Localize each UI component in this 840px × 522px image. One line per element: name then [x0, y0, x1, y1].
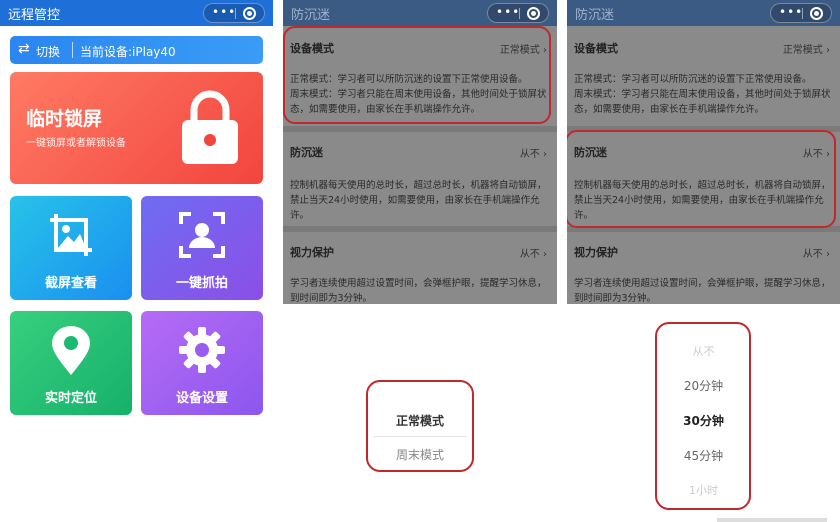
page-title: 防沉迷 [291, 8, 331, 23]
face-capture-icon [179, 212, 225, 258]
home-indicator [717, 518, 827, 522]
setting-title: 防沉迷 [290, 146, 323, 159]
location-tile[interactable]: 实时定位 [10, 311, 132, 415]
tile-label: 一键抓拍 [175, 276, 228, 291]
temp-lock-card[interactable]: 临时锁屏 一键锁屏或者解锁设备 [10, 72, 263, 184]
more-icon[interactable]: ••• [779, 5, 803, 19]
setting-description: 正常模式：学习者可以所防沉迷的设置下正常使用设备。 周末模式：学习者只能在周末使用… [574, 74, 831, 115]
capsule-divider [519, 8, 520, 19]
highlight-box [366, 380, 474, 472]
device-settings-tile[interactable]: 设备设置 [141, 311, 263, 415]
close-icon[interactable] [810, 7, 823, 20]
screenshot-view-tile[interactable]: 截屏查看 [10, 196, 132, 300]
highlight-box [567, 130, 836, 228]
snapshot-tile[interactable]: 一键抓拍 [141, 196, 263, 300]
more-icon[interactable]: ••• [496, 5, 520, 19]
screenshot-icon [50, 214, 92, 256]
lock-title: 临时锁屏 [26, 108, 103, 130]
capsule-divider [802, 8, 803, 19]
close-icon[interactable] [243, 7, 256, 20]
setting-description: 学习者连续使用超过设置时间，会弹框护眼，提醒学习休息， 到时间即为3分钟。 [290, 278, 547, 304]
setting-title: 视力保护 [290, 246, 334, 259]
anti-addiction-mode-screen: 防沉迷 ••• 设备模式 正常模式 › 正常模式：学习者可以所防沉迷的设置下正常… [283, 0, 557, 522]
close-icon[interactable] [527, 7, 540, 20]
anti-addiction-row[interactable]: 防沉迷 从不 › 控制机器每天使用的总时长，超过总时长，机器将自动锁屏， 禁止当天… [283, 132, 557, 230]
device-switch-bar[interactable]: ⇄ 切换 当前设备:iPlay40 [10, 36, 263, 64]
lock-subtitle: 一键锁屏或者解锁设备 [26, 138, 126, 149]
switch-button[interactable]: 切换 [36, 43, 60, 60]
switch-icon[interactable]: ⇄ [18, 41, 30, 57]
setting-value: 从不 › [519, 249, 547, 260]
location-pin-icon [52, 326, 90, 375]
setting-value: 正常模式 › [782, 45, 830, 56]
highlight-box [283, 26, 551, 124]
setting-description: 控制机器每天使用的总时长，超过总时长，机器将自动锁屏， 禁止当天24小时使用，如需… [290, 180, 547, 221]
title-bar: 防沉迷 ••• [283, 0, 557, 26]
eye-protection-row[interactable]: 视力保护 从不 › 学习者连续使用超过设置时间，会弹框护眼，提醒学习休息， 到时间… [567, 232, 840, 304]
eye-protection-row[interactable]: 视力保护 从不 › 学习者连续使用超过设置时间，会弹框护眼，提醒学习休息， 到时间… [283, 232, 557, 304]
lock-icon [182, 90, 238, 164]
highlight-box [655, 322, 751, 510]
more-icon[interactable]: ••• [212, 5, 236, 19]
tile-label: 截屏查看 [44, 276, 97, 291]
capsule-divider [235, 8, 236, 19]
tile-label: 实时定位 [44, 391, 97, 406]
setting-value: 从不 › [519, 149, 547, 160]
divider [72, 42, 73, 58]
setting-value: 从不 › [802, 249, 830, 260]
setting-title: 设备模式 [574, 42, 618, 55]
page-title: 远程管控 [8, 8, 61, 23]
anti-addiction-duration-screen: 防沉迷 ••• 设备模式 正常模式 › 正常模式：学习者可以所防沉迷的设置下正常… [567, 0, 840, 522]
miniapp-capsule[interactable]: ••• [203, 3, 265, 23]
page-title: 防沉迷 [575, 8, 615, 23]
miniapp-capsule[interactable]: ••• [487, 3, 549, 23]
tile-label: 设备设置 [175, 391, 228, 406]
miniapp-capsule[interactable]: ••• [770, 3, 832, 23]
remote-control-screen: 远程管控 ••• ⇄ 切换 当前设备:iPlay40 临时锁屏 一键锁屏或者解锁… [0, 0, 273, 522]
current-device: 当前设备:iPlay40 [80, 45, 176, 59]
device-mode-row[interactable]: 设备模式 正常模式 › 正常模式：学习者可以所防沉迷的设置下正常使用设备。 周末模… [567, 26, 840, 124]
setting-title: 视力保护 [574, 246, 618, 259]
title-bar: 防沉迷 ••• [567, 0, 840, 26]
gear-icon [179, 327, 225, 373]
setting-description: 学习者连续使用超过设置时间，会弹框护眼，提醒学习休息， 到时间即为3分钟。 [574, 278, 831, 304]
title-bar: 远程管控 ••• [0, 0, 273, 26]
